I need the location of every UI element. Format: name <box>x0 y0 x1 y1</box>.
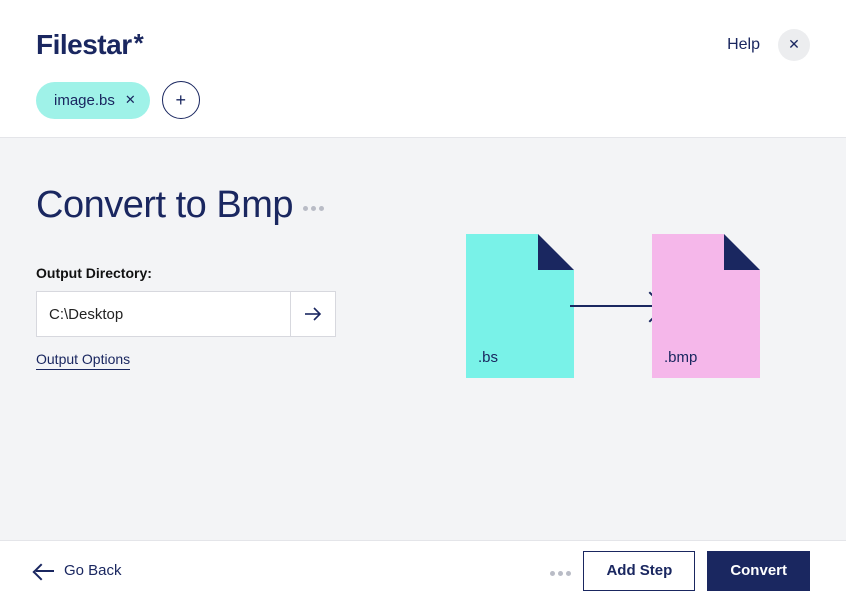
page-title: Convert to Bmp <box>36 184 293 227</box>
add-step-button[interactable]: Add Step <box>583 551 695 591</box>
arrow-right-icon <box>304 307 322 321</box>
arrow-right-icon <box>570 305 660 307</box>
dot-icon <box>311 206 316 211</box>
file-row: image.bs ✕ + <box>36 81 810 137</box>
file-chip-label: image.bs <box>54 92 115 109</box>
help-link[interactable]: Help <box>727 36 760 54</box>
dot-icon <box>566 571 571 576</box>
title-row: Convert to Bmp <box>36 184 376 227</box>
output-directory-input[interactable] <box>36 291 290 337</box>
output-directory-row <box>36 291 336 337</box>
plus-icon: + <box>176 90 187 111</box>
more-options-button[interactable] <box>303 200 324 211</box>
source-file-icon: .bs <box>466 234 574 378</box>
brand-logo: Filestar* <box>36 28 143 61</box>
footer: Go Back Add Step Convert <box>0 540 846 600</box>
file-chip[interactable]: image.bs ✕ <box>36 82 150 119</box>
output-directory-label: Output Directory: <box>36 265 376 281</box>
brand-name: Filestar <box>36 29 132 60</box>
page-fold-icon <box>724 234 760 270</box>
dot-icon <box>319 206 324 211</box>
footer-actions: Add Step Convert <box>550 551 810 591</box>
destination-file-icon: .bmp <box>652 234 760 378</box>
source-extension-label: .bs <box>478 349 498 366</box>
close-icon: ✕ <box>788 36 800 53</box>
browse-directory-button[interactable] <box>290 291 336 337</box>
page-fold-icon <box>538 234 574 270</box>
arrow-left-icon <box>36 570 54 572</box>
close-button[interactable]: ✕ <box>778 29 810 61</box>
add-file-button[interactable]: + <box>162 81 200 119</box>
remove-file-icon[interactable]: ✕ <box>125 92 136 108</box>
dot-icon <box>550 571 555 576</box>
destination-extension-label: .bmp <box>664 349 697 366</box>
brand-star-icon: * <box>134 28 144 58</box>
dot-icon <box>303 206 308 211</box>
conversion-illustration: .bs .bmp <box>416 184 810 540</box>
header: Filestar* Help ✕ image.bs ✕ + <box>0 0 846 137</box>
docs-group: .bs .bmp <box>466 234 760 378</box>
go-back-label: Go Back <box>64 562 122 579</box>
header-top-row: Filestar* Help ✕ <box>36 28 810 61</box>
output-options-link[interactable]: Output Options <box>36 351 130 370</box>
convert-button[interactable]: Convert <box>707 551 810 591</box>
settings-column: Convert to Bmp Output Directory: Output … <box>36 184 376 540</box>
dot-icon <box>558 571 563 576</box>
go-back-button[interactable]: Go Back <box>36 562 122 579</box>
main-area: Convert to Bmp Output Directory: Output … <box>0 137 846 540</box>
header-actions: Help ✕ <box>727 29 810 61</box>
footer-more-button[interactable] <box>550 565 571 576</box>
